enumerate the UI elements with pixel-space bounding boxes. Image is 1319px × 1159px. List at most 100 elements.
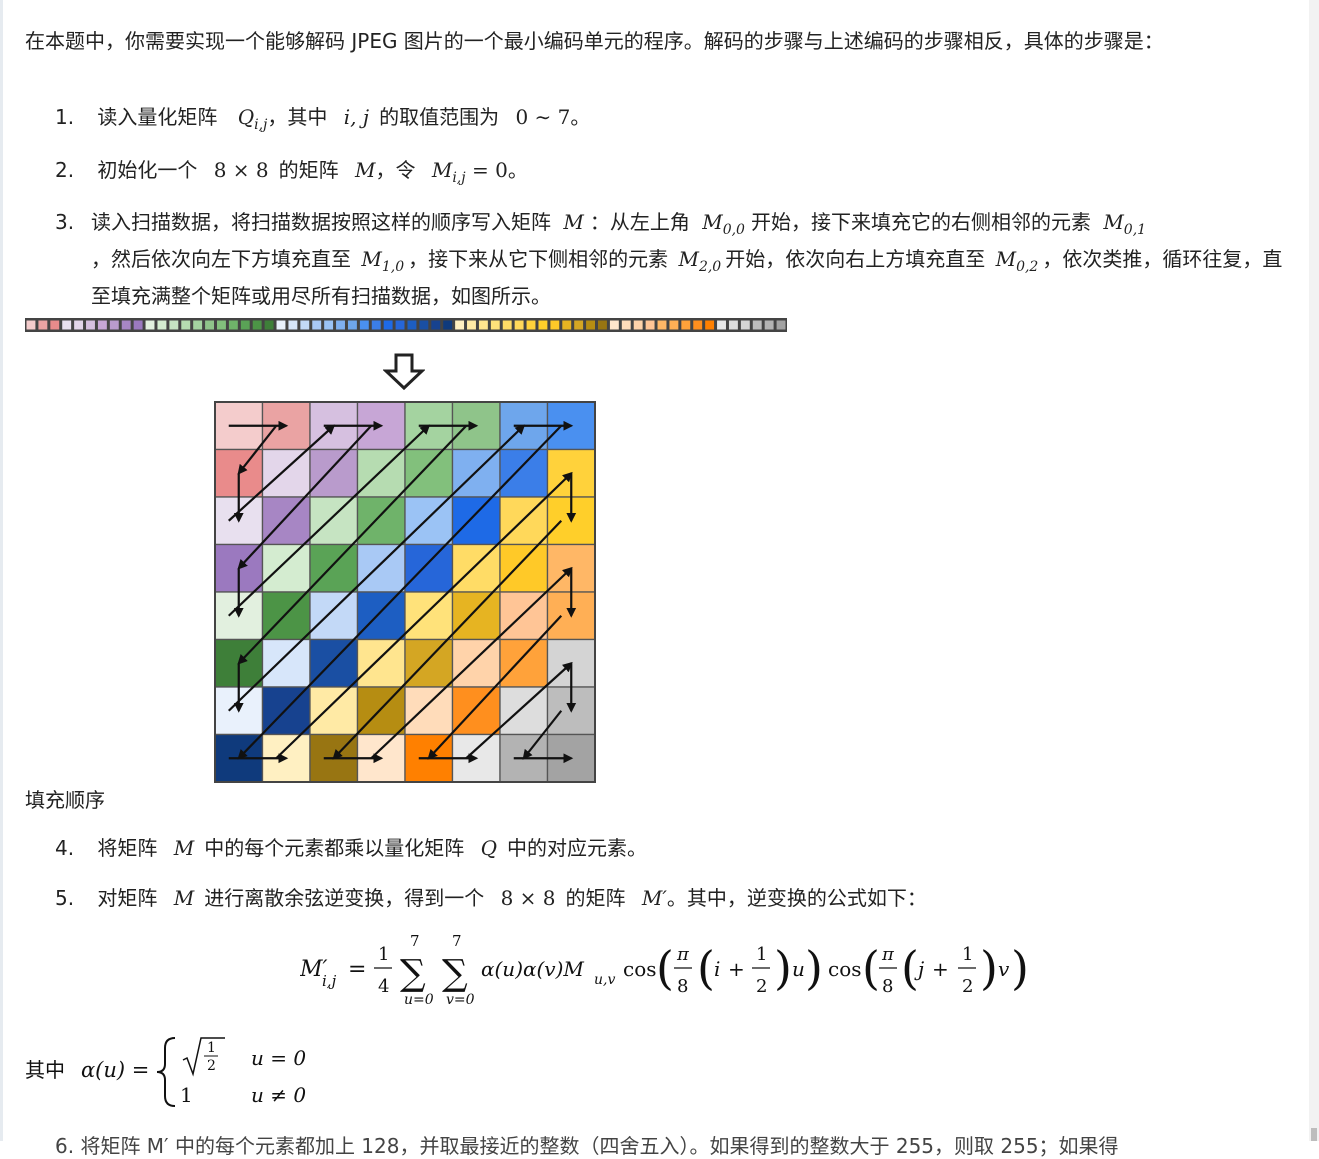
step-text: ：从左上角	[589, 210, 690, 234]
scan-cell	[514, 320, 524, 330]
scan-cell	[157, 320, 167, 330]
eight-1: 8	[677, 976, 688, 997]
math-Mprime: M′	[641, 886, 667, 910]
scan-cell	[38, 320, 48, 330]
scan-cell	[300, 320, 310, 330]
scan-cell	[264, 320, 274, 330]
scan-cell	[240, 320, 250, 330]
scan-cell	[574, 320, 584, 330]
grid-cell	[499, 448, 549, 498]
scan-cell	[121, 320, 131, 330]
plus-2: +	[932, 957, 949, 981]
formula-frac-den: 4	[378, 976, 389, 997]
half-den-2: 2	[962, 976, 973, 997]
math-M00: M0,0	[702, 210, 745, 238]
grid-cell	[404, 496, 454, 546]
scan-cell	[538, 320, 548, 330]
scan-cell	[645, 320, 655, 330]
step-4: 4. 将矩阵 M 中的每个元素都乘以量化矩阵 Q 中的对应元素。	[55, 834, 647, 863]
scan-cell	[181, 320, 191, 330]
paren-open-2: (	[697, 941, 715, 995]
step-text: 的取值范围为	[379, 105, 500, 129]
scan-cell	[50, 320, 60, 330]
scan-cell	[586, 320, 595, 330]
scan-cell	[598, 320, 607, 330]
grid-cell	[451, 543, 501, 593]
scan-cell	[764, 320, 774, 330]
scan-cell	[74, 320, 84, 330]
math-eq: = 0	[471, 158, 508, 182]
grid-cell	[451, 638, 501, 688]
step-text: 。	[507, 158, 528, 182]
alpha-prefix: 其中	[25, 1058, 65, 1082]
step-text: 开始，依次向右上方填充直至	[725, 247, 986, 271]
case-2-value: 1	[180, 1083, 193, 1107]
step-text: ，然后依次向左下方填充直至	[91, 247, 351, 271]
alpha-lhs: α(u) =	[81, 1058, 149, 1082]
step-text: 进行离散余弦逆变换，得到一个	[204, 886, 485, 910]
grid-cell	[356, 496, 406, 546]
sum-bot-u: u=0	[404, 992, 434, 1008]
math-range: 0 ∼ 7	[515, 105, 571, 129]
scan-cell	[681, 320, 691, 330]
formula-body: α(u)α(v)M	[481, 957, 584, 981]
scan-cell	[717, 320, 726, 330]
math-M: M	[563, 210, 584, 234]
grid-cell	[309, 448, 359, 498]
math-Q: Qi,j	[237, 105, 268, 133]
grid-cell	[356, 448, 406, 498]
grid-cell	[309, 686, 359, 736]
var-v: v	[998, 957, 1010, 981]
scan-cell	[109, 320, 119, 330]
paren-open-4: (	[901, 941, 919, 995]
scrollbar-thumb[interactable]	[1311, 1128, 1317, 1141]
formula-cos2: cos	[828, 957, 862, 981]
grid-cell	[451, 686, 501, 736]
scan-cell	[205, 320, 214, 330]
grid-cell	[404, 686, 454, 736]
grid-cell	[499, 686, 549, 736]
scan-cell	[467, 320, 476, 330]
scan-cell	[371, 320, 381, 330]
formula-eq: =	[348, 957, 366, 982]
scan-cell	[443, 320, 453, 330]
step-number: 1.	[55, 105, 75, 129]
step-text: 读入量化矩阵	[97, 105, 218, 129]
scrollbar[interactable]	[1309, 0, 1319, 1141]
step-text: 。	[570, 105, 591, 129]
zigzag-fill-order-diagram	[214, 401, 596, 783]
paren-close-3: )	[1011, 941, 1029, 995]
scan-cell	[550, 320, 560, 330]
step-6-partial: 6. 将矩阵 M′ 中的每个元素都加上 128，并取最接近的整数（四舍五入）。如…	[55, 1134, 1119, 1158]
math-size: 8 × 8	[213, 158, 269, 182]
step-text: 中的对应元素。	[506, 836, 647, 860]
grid-cell	[404, 591, 454, 641]
sum-top-v: 7	[452, 932, 462, 950]
scan-cell	[288, 320, 298, 330]
math-size: 8 × 8	[500, 886, 556, 910]
scan-cell	[621, 320, 631, 330]
pi-2: π	[881, 944, 895, 965]
var-i: i	[714, 957, 720, 981]
step-text: 开始，接下来填充它的右侧相邻的元素	[750, 210, 1091, 234]
scan-cell	[86, 320, 95, 330]
paren-close-1: )	[805, 941, 823, 995]
math-Q: Q	[480, 836, 497, 860]
step-2: 2. 初始化一个 8 × 8 的矩阵 M，令 Mi,j = 0。	[55, 156, 528, 193]
math-M: M	[355, 158, 376, 182]
sum-top-u: 7	[410, 932, 420, 950]
alpha-definition: 其中 α(u) = 1 2 u = 0 1 u ≠ 0	[25, 1037, 306, 1107]
scan-cell	[312, 320, 322, 330]
step-text: 读入扫描数据，将扫描数据按照这样的顺序写入矩阵	[91, 210, 551, 234]
step-text: ，令	[375, 158, 416, 182]
math-M: M	[173, 886, 195, 910]
var-u: u	[792, 957, 805, 981]
scan-cell	[490, 320, 500, 330]
formula-lhs-sub: i,j	[322, 972, 337, 990]
left-margin-bar	[0, 0, 3, 1141]
scan-cell	[705, 320, 715, 330]
grid-cell	[309, 496, 359, 546]
scan-cell	[609, 320, 619, 330]
step-number: 3.	[55, 210, 75, 234]
formula-cos1: cos	[623, 957, 657, 981]
